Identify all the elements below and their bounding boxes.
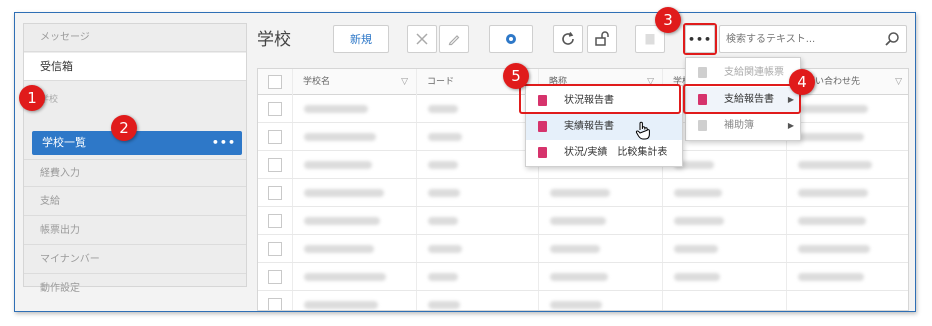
row-checkbox[interactable]: [268, 130, 282, 144]
table-row[interactable]: [258, 263, 908, 291]
menu-item-ledger[interactable]: 補助簿 ▶: [686, 113, 800, 139]
highlight-status-report: [519, 84, 681, 114]
callout-2: 2: [111, 115, 137, 141]
more-options-icon[interactable]: •••: [212, 131, 236, 155]
menu-item-payment-reports: 支給関連帳票: [686, 60, 800, 86]
menu-item-label: 実績報告書: [564, 121, 614, 132]
clipboard-icon: [645, 34, 655, 45]
clipboard-icon: [538, 147, 547, 158]
new-button[interactable]: 新規: [333, 25, 389, 53]
menu-item-label: 状況/実績 比較集計表: [564, 147, 668, 158]
callout-1: 1: [19, 85, 45, 111]
chevron-right-icon: ▶: [787, 121, 794, 130]
row-checkbox[interactable]: [268, 214, 282, 228]
select-all-checkbox[interactable]: [268, 75, 282, 89]
column-label: コード: [427, 77, 455, 87]
page-title: 学校: [257, 30, 291, 50]
callout-4: 4: [789, 69, 815, 95]
search-icon[interactable]: [884, 31, 900, 47]
sidebar-item-payment[interactable]: 支給: [24, 188, 246, 216]
clipboard-icon: [698, 67, 707, 78]
refresh-button[interactable]: [553, 25, 583, 53]
sidebar-item-expense-input[interactable]: 経費入力: [24, 159, 246, 187]
column-header-school-name[interactable]: 学校名 ▽: [292, 69, 416, 95]
row-checkbox[interactable]: [268, 298, 282, 310]
menu-item-label: 支給関連帳票: [724, 67, 784, 78]
callout-5: 5: [503, 63, 529, 89]
search-box[interactable]: [719, 25, 907, 53]
highlight-more-button: [683, 23, 717, 55]
column-label: 学校名: [303, 77, 331, 87]
filter-icon[interactable]: ▽: [895, 69, 902, 95]
callout-3: 3: [655, 7, 681, 33]
highlight-payment-report: [683, 84, 801, 114]
edit-button[interactable]: [439, 25, 469, 53]
unlock-button[interactable]: [587, 25, 617, 53]
row-checkbox[interactable]: [268, 186, 282, 200]
sidebar: メッセージ 受信箱 学校 学校一覧 ••• 経費入力 支給 帳票出力 マイナンバ…: [23, 23, 247, 294]
unlock-icon: [595, 31, 609, 46]
clipboard-icon: [538, 121, 547, 132]
menu-item-results-report[interactable]: 実績報告書: [526, 114, 682, 140]
new-button-label: 新規: [350, 33, 372, 46]
filter-icon[interactable]: ▽: [401, 69, 408, 95]
refresh-icon: [562, 32, 574, 45]
row-checkbox[interactable]: [268, 242, 282, 256]
sidebar-item-school-list[interactable]: 学校一覧 •••: [32, 131, 242, 155]
search-input[interactable]: [720, 26, 870, 52]
app-window: メッセージ 受信箱 学校 学校一覧 ••• 経費入力 支給 帳票出力 マイナンバ…: [14, 7, 916, 312]
globe-icon: [506, 34, 516, 44]
table-row[interactable]: [258, 207, 908, 235]
table-row[interactable]: [258, 235, 908, 263]
menu-item-comparison-table[interactable]: 状況/実績 比較集計表: [526, 140, 682, 166]
sidebar-item-label: 学校一覧: [42, 136, 86, 149]
menu-item-label: 補助簿: [724, 120, 754, 131]
table-row[interactable]: [258, 291, 908, 310]
sidebar-group-school: 学校: [40, 95, 59, 105]
close-icon: [416, 33, 428, 45]
sidebar-item-settings[interactable]: 動作設定: [24, 275, 246, 303]
row-checkbox[interactable]: [268, 270, 282, 284]
clipboard-icon: [698, 120, 707, 131]
delete-button[interactable]: [407, 25, 437, 53]
row-checkbox[interactable]: [268, 158, 282, 172]
hand-cursor-icon: [635, 121, 650, 140]
table-row[interactable]: [258, 179, 908, 207]
sidebar-item-inbox[interactable]: 受信箱: [24, 53, 246, 81]
sidebar-item-report-output[interactable]: 帳票出力: [24, 217, 246, 245]
row-checkbox[interactable]: [268, 102, 282, 116]
info-button[interactable]: [489, 25, 533, 53]
pencil-icon: [448, 35, 460, 46]
sidebar-item-my-number[interactable]: マイナンバー: [24, 246, 246, 274]
sidebar-item-messages[interactable]: メッセージ: [24, 24, 246, 52]
